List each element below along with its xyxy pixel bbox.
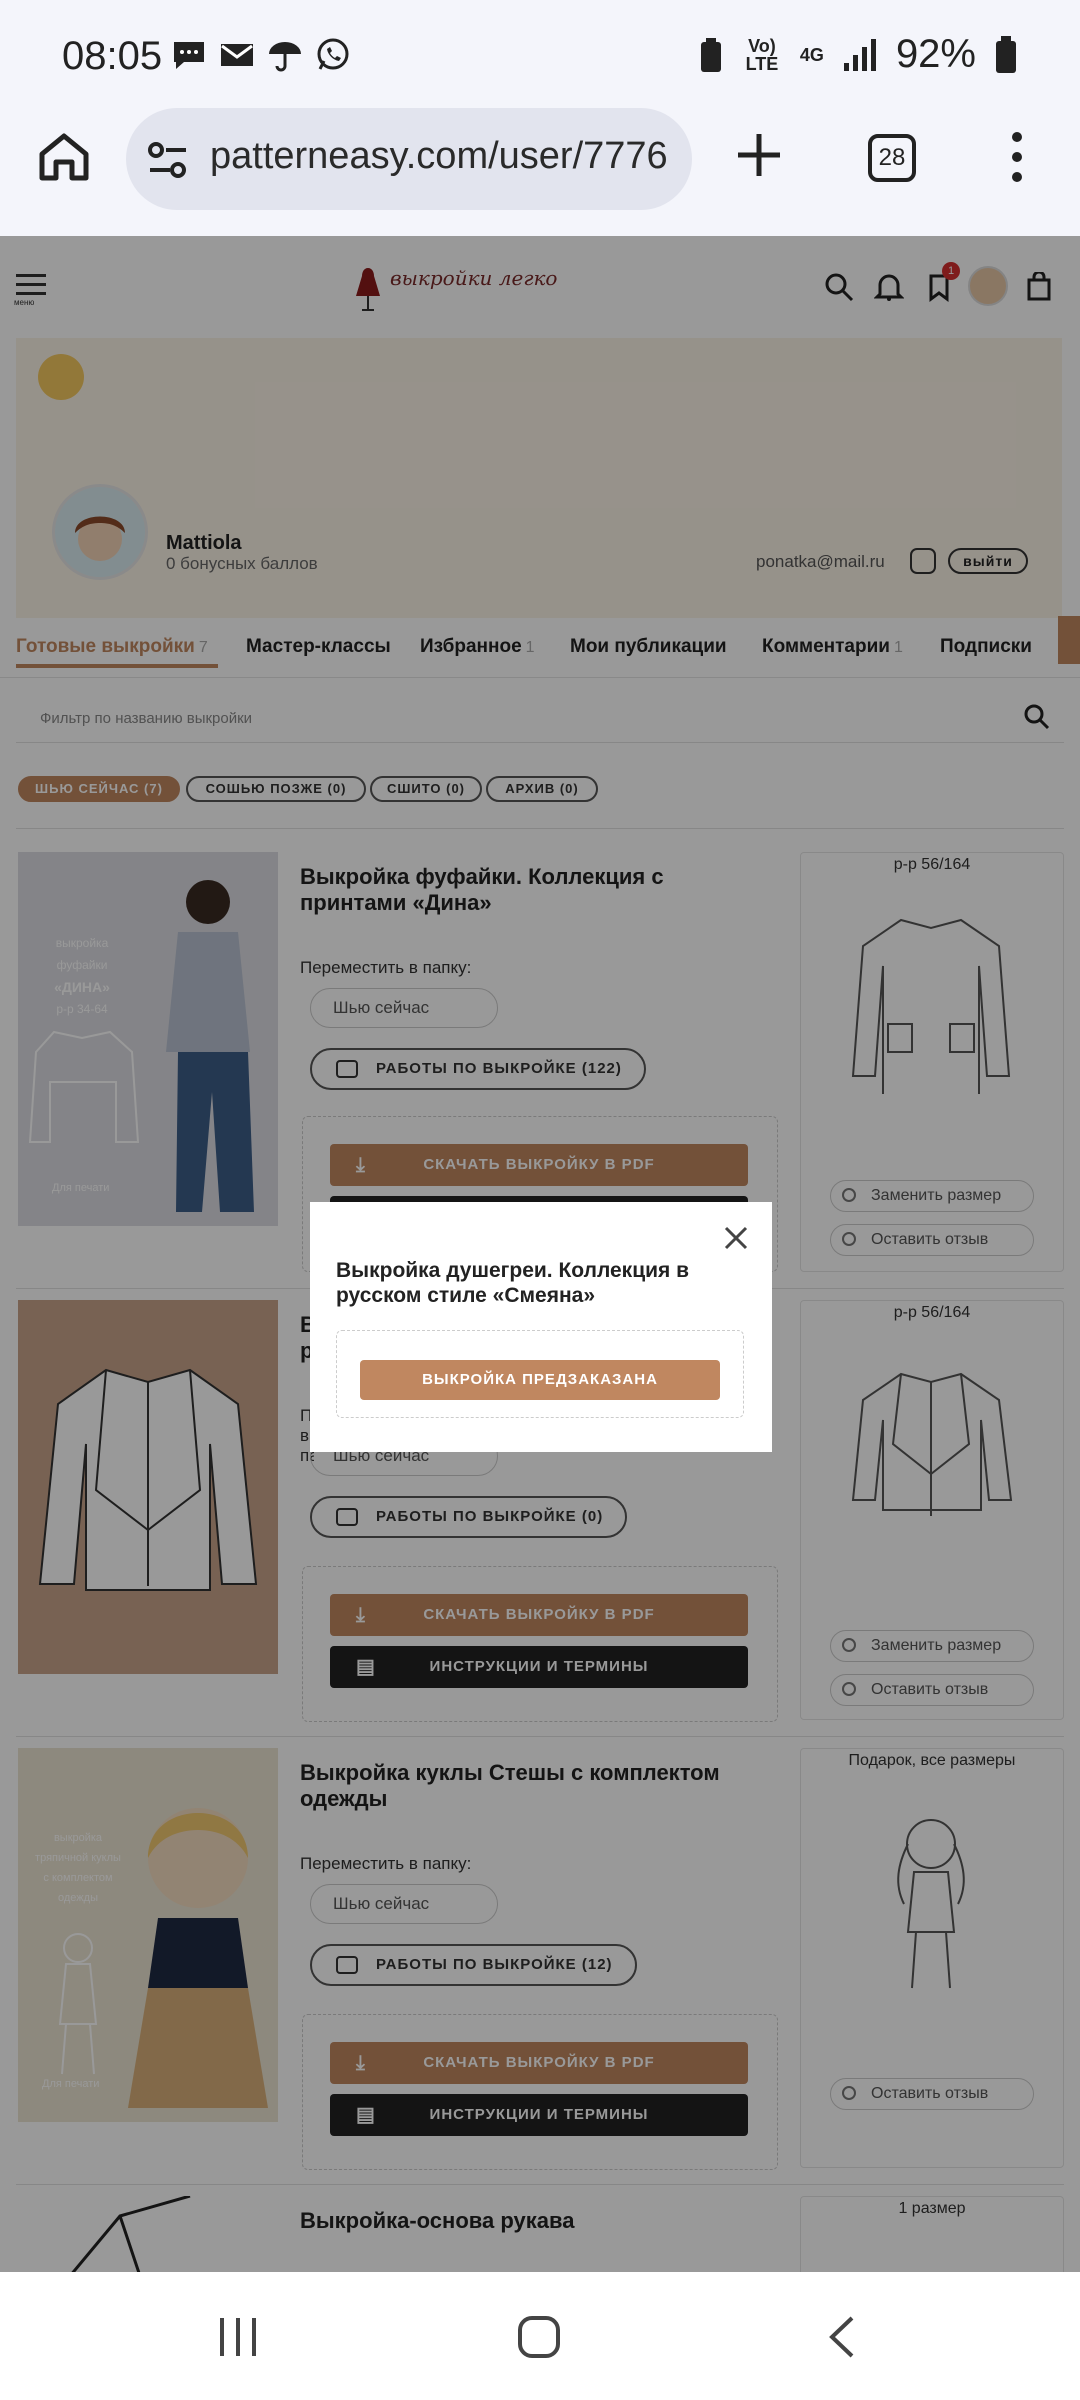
tab-count-button[interactable]: 28	[868, 134, 916, 182]
back-icon[interactable]	[826, 2314, 856, 2360]
battery-icon	[996, 35, 1016, 73]
preordered-button[interactable]: ВЫКРОЙКА ПРЕДЗАКАЗАНА	[360, 1360, 720, 1400]
home-icon[interactable]	[36, 128, 92, 184]
battery-percent: 92%	[895, 32, 976, 76]
status-time: 08:05	[62, 34, 163, 78]
home-nav-icon[interactable]	[516, 2314, 562, 2360]
network-4g-label: 4G	[799, 44, 824, 65]
close-icon[interactable]	[718, 1220, 754, 1256]
url-text[interactable]: patterneasy.com/user/7776	[210, 135, 672, 178]
mail-icon	[221, 44, 253, 66]
volte-label: Vo) LTE	[745, 35, 779, 74]
modal-title: Выкройка душегреи. Коллекция в русском с…	[336, 1259, 690, 1307]
umbrella-icon	[269, 42, 301, 72]
whatsapp-icon	[317, 38, 349, 70]
new-tab-icon[interactable]	[736, 132, 782, 178]
signal-icon	[843, 38, 876, 71]
recent-apps-icon[interactable]	[216, 2316, 260, 2358]
notification-icons	[170, 36, 352, 74]
site-settings-icon[interactable]	[146, 138, 190, 182]
battery-saver-icon	[700, 37, 721, 72]
chat-icon	[174, 42, 204, 69]
more-menu-icon[interactable]	[1012, 132, 1022, 182]
status-right: Vo) LTE 4G 92%	[698, 32, 1018, 77]
